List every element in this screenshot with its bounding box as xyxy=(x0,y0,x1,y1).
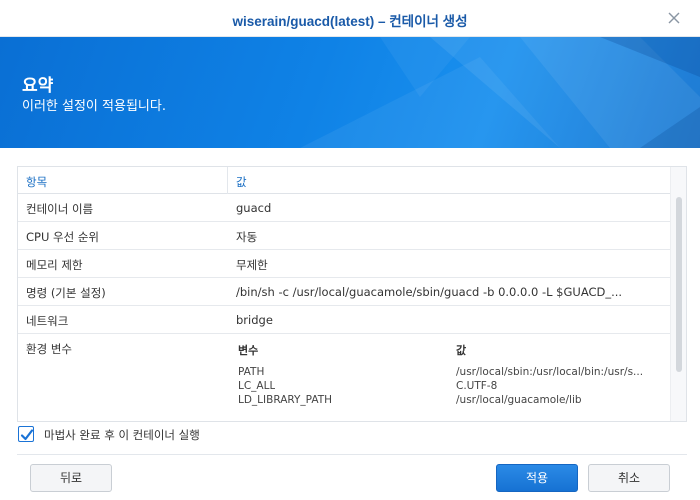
table-row: 네트워크 bridge xyxy=(18,306,672,334)
banner-title: 요약 xyxy=(22,76,54,96)
window-title: wiserain/guacd(latest) – 컨테이너 생성 xyxy=(232,14,468,29)
close-icon[interactable] xyxy=(665,9,683,27)
table-row: CPU 우선 순위 자동 xyxy=(18,222,672,250)
table-header: 항목 값 xyxy=(18,167,672,194)
env-var-value: /usr/local/sbin:/usr/local/bin:/usr/s... xyxy=(456,366,644,378)
row-value: 무제한 xyxy=(236,258,268,272)
checkmark-icon xyxy=(20,429,34,441)
env-var-value: /usr/local/guacamole/lib xyxy=(456,394,582,406)
row-key: 네트워크 xyxy=(26,314,69,328)
row-value: /bin/sh -c /usr/local/guacamole/sbin/gua… xyxy=(236,285,623,299)
row-key: CPU 우선 순위 xyxy=(26,230,100,244)
cancel-button[interactable]: 취소 xyxy=(588,464,670,492)
env-col-variable: 변수 xyxy=(238,344,259,357)
summary-banner: 요약 이러한 설정이 적용됩니다. xyxy=(0,37,700,148)
run-after-label[interactable]: 마법사 완료 후 이 컨테이너 실행 xyxy=(44,427,200,443)
table-row: 메모리 제한 무제한 xyxy=(18,250,672,278)
env-var-name: LD_LIBRARY_PATH xyxy=(238,394,333,406)
table-scrollbar[interactable] xyxy=(670,167,686,421)
row-key: 컨테이너 이름 xyxy=(26,202,94,216)
env-var-name: PATH xyxy=(238,366,265,378)
row-value: bridge xyxy=(236,313,273,327)
env-col-value: 값 xyxy=(456,344,467,357)
dialog-window: wiserain/guacd(latest) – 컨테이너 생성 요약 이러한 … xyxy=(0,0,700,500)
column-divider xyxy=(227,167,228,194)
env-var-name: LC_ALL xyxy=(238,380,276,392)
table-row: 컨테이너 이름 guacd xyxy=(18,194,672,222)
row-value: 자동 xyxy=(236,230,258,244)
summary-table: 항목 값 컨테이너 이름 guacd CPU 우선 순위 자동 메모리 제한 무… xyxy=(17,166,687,422)
footer-divider xyxy=(17,454,687,455)
header-value[interactable]: 값 xyxy=(236,174,247,190)
env-key: 환경 변수 xyxy=(26,342,72,356)
banner-subtitle: 이러한 설정이 적용됩니다. xyxy=(22,99,166,114)
title-bar: wiserain/guacd(latest) – 컨테이너 생성 xyxy=(0,0,700,37)
row-value: guacd xyxy=(236,201,272,215)
table-row: 명령 (기본 설정) /bin/sh -c /usr/local/guacamo… xyxy=(18,278,672,306)
run-after-checkbox[interactable] xyxy=(18,426,34,442)
header-item[interactable]: 항목 xyxy=(26,174,47,190)
env-row: 환경 변수 변수 값 PATH /usr/local/sbin:/usr/loc… xyxy=(18,334,672,421)
row-key: 명령 (기본 설정) xyxy=(26,286,106,300)
env-var-value: C.UTF-8 xyxy=(456,380,498,392)
apply-button[interactable]: 적용 xyxy=(496,464,578,492)
row-key: 메모리 제한 xyxy=(26,258,83,272)
back-button[interactable]: 뒤로 xyxy=(30,464,112,492)
scrollbar-thumb[interactable] xyxy=(676,197,682,372)
banner-background xyxy=(300,37,700,148)
